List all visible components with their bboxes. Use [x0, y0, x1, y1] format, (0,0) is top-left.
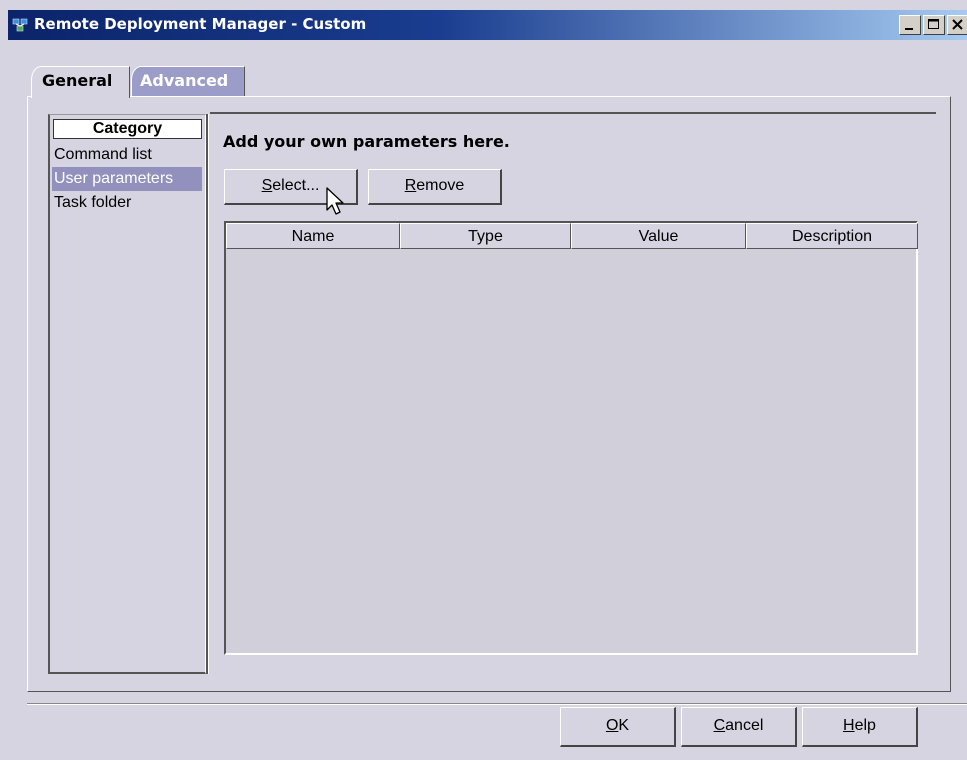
app-network-icon	[12, 17, 28, 33]
maximize-icon	[928, 19, 939, 29]
minimize-button[interactable]	[899, 15, 921, 35]
dialog-window: Remote Deployment Manager - Custom Gener…	[0, 0, 967, 760]
tab-general[interactable]: General	[31, 66, 130, 98]
table-body[interactable]	[226, 249, 916, 653]
window-title: Remote Deployment Manager - Custom	[34, 15, 367, 33]
category-list: Category Command list User parameters Ta…	[48, 114, 206, 674]
column-header-value[interactable]: Value	[571, 223, 746, 249]
panel-heading: Add your own parameters here.	[223, 132, 510, 151]
remove-button[interactable]: Remove	[368, 169, 502, 205]
column-header-name[interactable]: Name	[226, 223, 400, 249]
category-item-user-parameters[interactable]: User parameters	[52, 167, 202, 191]
category-header: Category	[53, 119, 202, 139]
ok-button[interactable]: OK	[560, 707, 676, 747]
help-button[interactable]: Help	[802, 707, 918, 747]
footer-separator-highlight	[27, 704, 967, 705]
table-header: Name Type Value Description	[226, 223, 918, 249]
title-bar[interactable]: Remote Deployment Manager - Custom	[8, 10, 967, 40]
column-header-type[interactable]: Type	[400, 223, 571, 249]
tab-advanced[interactable]: Advanced	[131, 66, 245, 96]
category-item-command-list[interactable]: Command list	[52, 143, 202, 167]
category-item-task-folder[interactable]: Task folder	[52, 191, 202, 215]
mouse-pointer-icon	[326, 187, 344, 215]
panel-divider	[210, 112, 936, 114]
column-header-description[interactable]: Description	[746, 223, 918, 249]
close-icon	[952, 19, 963, 30]
category-divider	[206, 114, 209, 674]
maximize-button[interactable]	[923, 15, 945, 35]
close-button[interactable]	[947, 15, 967, 35]
minimize-icon	[905, 28, 913, 30]
parameters-table[interactable]: Name Type Value Description	[224, 221, 918, 655]
cancel-button[interactable]: Cancel	[681, 707, 797, 747]
